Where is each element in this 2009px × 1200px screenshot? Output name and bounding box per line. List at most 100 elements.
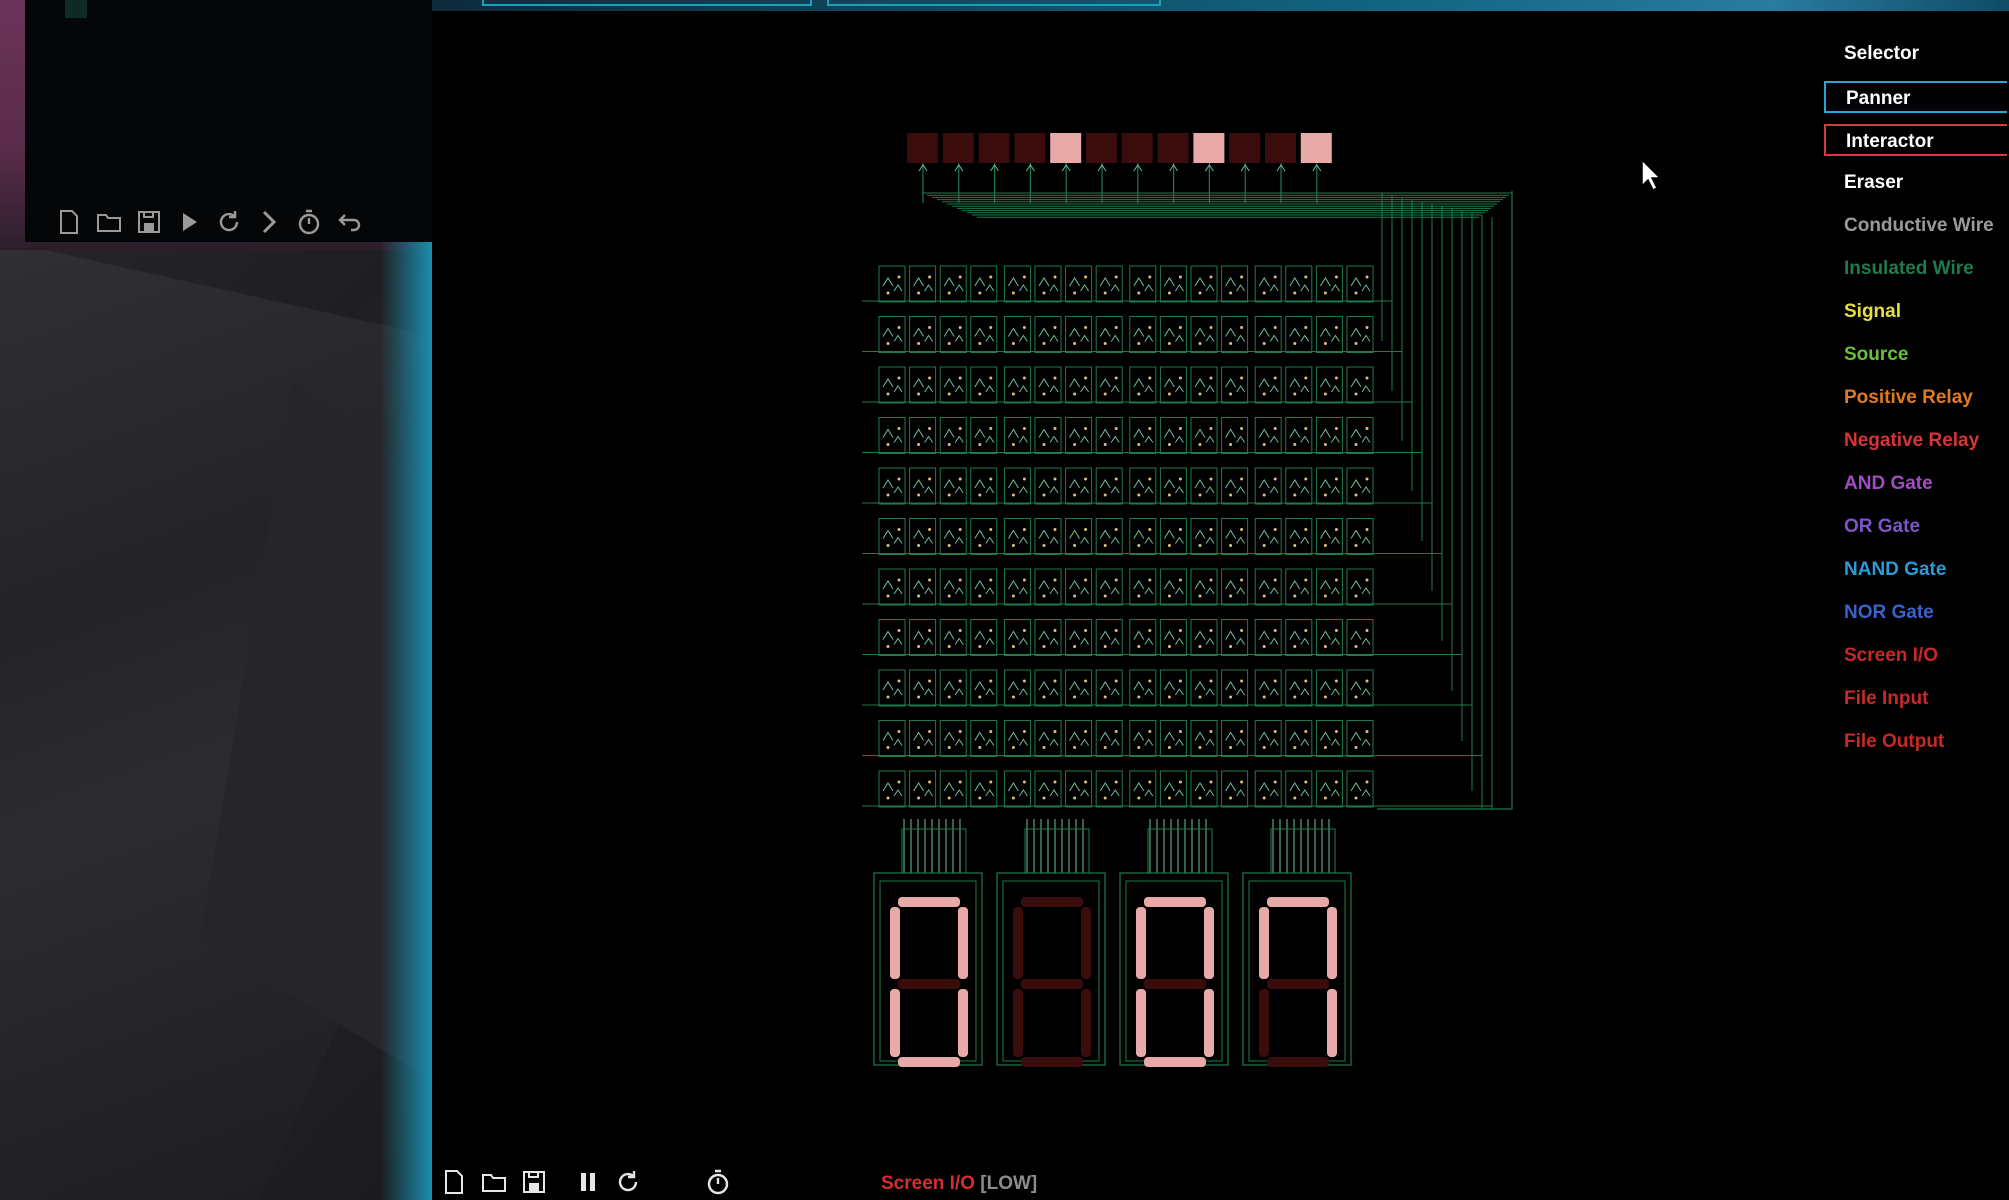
gate-dot — [1178, 730, 1182, 733]
gate-mark — [943, 782, 964, 797]
input-bit-switch[interactable] — [1229, 133, 1261, 163]
open-folder-icon[interactable] — [93, 206, 125, 238]
gate-dot — [947, 695, 951, 699]
tool-positive-relay[interactable]: Positive Relay — [1824, 382, 2007, 414]
background-window[interactable] — [25, 0, 432, 242]
tool-file-output[interactable]: File Output — [1824, 726, 2007, 758]
tool-insulated-wire[interactable]: Insulated Wire — [1824, 253, 2007, 285]
gate-dot — [1323, 645, 1327, 648]
undo-icon[interactable] — [333, 206, 365, 238]
gate-mark — [1069, 529, 1090, 544]
tool-signal[interactable]: Signal — [1824, 296, 2007, 328]
timer-icon[interactable] — [702, 1166, 734, 1198]
gate-dot — [1042, 342, 1046, 345]
gate-dot — [1198, 493, 1202, 497]
tool-negative-relay[interactable]: Negative Relay — [1824, 425, 2007, 457]
gate-dot — [1011, 796, 1015, 800]
open-folder-icon[interactable] — [478, 1166, 510, 1198]
gate-mark — [1225, 731, 1246, 746]
reload-icon[interactable] — [612, 1166, 644, 1198]
pause-icon[interactable] — [572, 1166, 604, 1198]
new-file-icon[interactable] — [438, 1166, 470, 1198]
gate-dot — [989, 780, 993, 784]
gate-dot — [1262, 443, 1266, 446]
gate-mark — [913, 428, 934, 443]
input-bit-switch[interactable] — [1014, 133, 1046, 163]
tool-interactor[interactable]: Interactor — [1824, 124, 2007, 156]
gate-mark — [1163, 378, 1184, 393]
gate-dot — [1042, 291, 1046, 295]
tool-panner[interactable]: Panner — [1824, 81, 2007, 113]
reload-icon[interactable] — [213, 206, 245, 238]
gate-mark — [943, 479, 964, 494]
input-bit-switch[interactable] — [1121, 133, 1153, 163]
gate-dot — [978, 342, 982, 345]
tool-file-input[interactable]: File Input — [1824, 683, 2007, 715]
gate-dot — [1053, 528, 1057, 531]
tool-or-gate[interactable]: OR Gate — [1824, 511, 2007, 543]
tool-nor-gate[interactable]: NOR Gate — [1824, 597, 2007, 629]
gate-mark — [943, 681, 964, 696]
input-bit-switch[interactable] — [942, 133, 974, 163]
gate-dot — [917, 594, 921, 598]
gate-dot — [1011, 291, 1015, 295]
gate-mark — [882, 327, 903, 342]
gate-mark — [1038, 428, 1059, 443]
gate-mark — [1099, 378, 1120, 393]
tool-conductive-wire[interactable]: Conductive Wire — [1824, 210, 2007, 242]
gate-dot — [1042, 796, 1046, 800]
gate-dot — [1365, 730, 1369, 733]
input-bit-switch[interactable] — [978, 133, 1010, 163]
gate-dot — [1114, 780, 1118, 784]
gate-dot — [1334, 477, 1338, 481]
gate-dot — [897, 275, 901, 279]
tool-nand-gate[interactable]: NAND Gate — [1824, 554, 2007, 586]
gate-mark — [1038, 580, 1059, 595]
timer-icon[interactable] — [293, 206, 325, 238]
gate-dot — [1084, 326, 1088, 329]
input-bit-switch[interactable] — [1050, 133, 1082, 163]
new-file-icon[interactable] — [53, 206, 85, 238]
gate-dot — [1148, 275, 1152, 279]
gate-dot — [947, 443, 951, 446]
input-bit-switch[interactable] — [907, 133, 938, 163]
gate-mark — [1007, 580, 1028, 595]
gate-mark — [1258, 681, 1279, 696]
gate-dot — [1209, 275, 1213, 279]
circuit-diagram[interactable] — [432, 11, 1810, 1164]
gate-dot — [1103, 392, 1107, 396]
input-bit-switch[interactable] — [1086, 133, 1117, 163]
seven-segment-c — [1327, 989, 1337, 1057]
gate-dot — [1229, 291, 1233, 295]
input-bit-switch[interactable] — [1157, 133, 1189, 163]
gate-dot — [989, 326, 993, 329]
tool-selector[interactable]: Selector — [1824, 38, 2007, 70]
seven-segment-d — [1021, 1057, 1083, 1067]
circuit-canvas[interactable] — [432, 11, 1810, 1164]
gate-dot — [1240, 730, 1244, 733]
gate-dot — [928, 275, 932, 279]
tool-and-gate[interactable]: AND Gate — [1824, 468, 2007, 500]
decoder-block — [1270, 828, 1336, 874]
gate-dot — [1148, 528, 1152, 531]
gate-dot — [1273, 679, 1277, 683]
gate-mark — [1007, 681, 1028, 696]
step-icon[interactable] — [253, 206, 285, 238]
window-tab[interactable] — [482, 0, 812, 6]
gate-dot — [1293, 796, 1297, 800]
tool-source[interactable]: Source — [1824, 339, 2007, 371]
play-icon[interactable] — [173, 206, 205, 238]
window-tab[interactable] — [827, 0, 1161, 6]
tool-eraser[interactable]: Eraser — [1824, 167, 2007, 199]
gate-dot — [1209, 780, 1213, 784]
save-icon[interactable] — [518, 1166, 550, 1198]
input-bit-switch[interactable] — [1193, 133, 1225, 163]
gate-dot — [917, 493, 921, 497]
gate-dot — [1022, 275, 1026, 279]
input-bit-switch[interactable] — [1300, 133, 1332, 163]
save-icon[interactable] — [133, 206, 165, 238]
input-bit-switch[interactable] — [1265, 133, 1296, 163]
gate-dot — [1011, 544, 1015, 547]
tool-screen-i-o[interactable]: Screen I/O — [1824, 640, 2007, 672]
background-window-tab[interactable] — [65, 0, 87, 18]
